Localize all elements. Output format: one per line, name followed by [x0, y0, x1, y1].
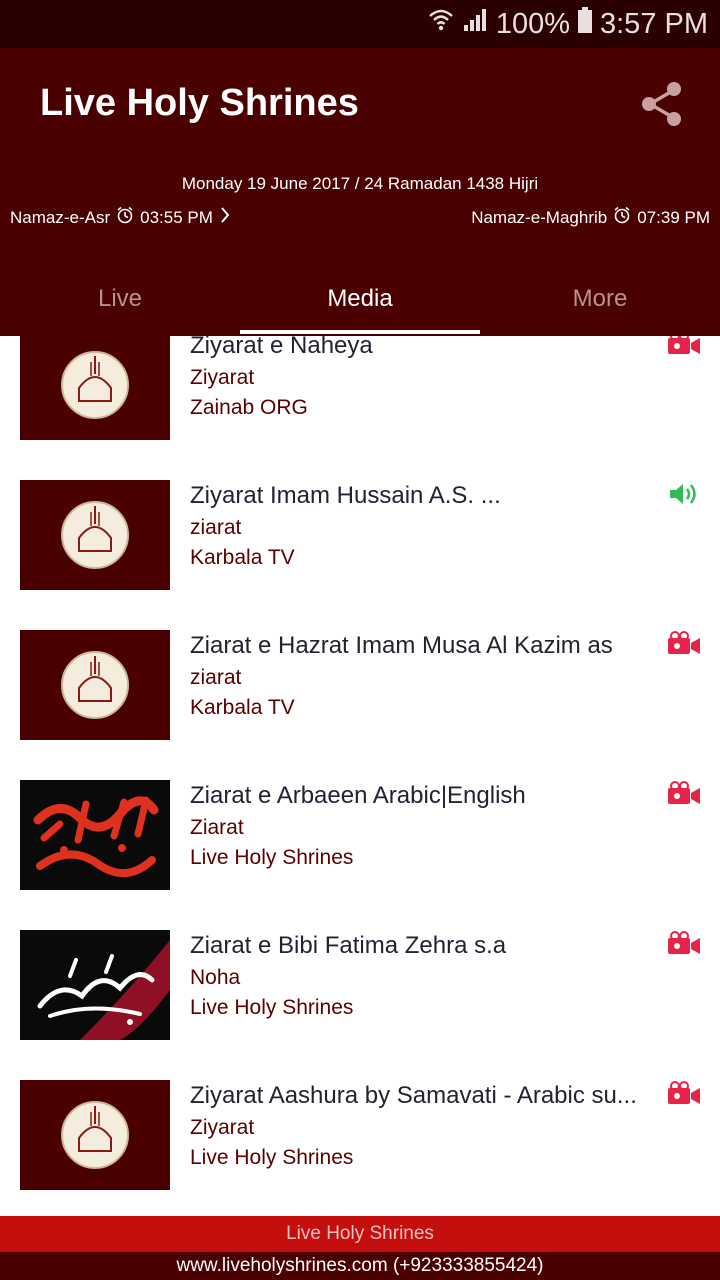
app-header: Live Holy Shrines Monday 19 June 2017 / … [0, 48, 720, 336]
video-icon [666, 631, 702, 657]
footer-brand: Live Holy Shrines [0, 1216, 720, 1252]
item-title: Ziarat e Arbaeen Arabic|English [190, 782, 526, 809]
item-source: Live Holy Shrines [190, 996, 354, 1019]
item-source: Live Holy Shrines [190, 1146, 354, 1169]
item-category: Noha [190, 966, 241, 989]
signal-icon [462, 7, 488, 41]
video-icon [666, 1081, 702, 1107]
tab-indicator [240, 330, 480, 334]
thumbnail-shrine-logo [20, 480, 170, 590]
prayer-times: Namaz-e-Asr 03:55 PM Namaz-e-Maghrib 07:… [0, 206, 720, 232]
footer-banner: Live Holy Shrines www.liveholyshrines.co… [0, 1216, 720, 1280]
item-title: Ziarat e Hazrat Imam Musa Al Kazim as [190, 632, 613, 659]
battery-icon [578, 7, 592, 41]
share-button[interactable] [636, 78, 688, 130]
wifi-icon [428, 7, 454, 41]
tab-media[interactable]: Media [240, 262, 480, 336]
item-title: Ziyarat Aashura by Samavati - Arabic su.… [190, 1082, 637, 1109]
alarm-icon [613, 206, 631, 229]
current-prayer-time: 03:55 PM [140, 207, 213, 227]
thumbnail-shrine-logo [20, 1080, 170, 1190]
thumbnail-shrine-logo [20, 336, 170, 440]
tab-more[interactable]: More [480, 262, 720, 336]
clock-time: 3:57 PM [600, 7, 708, 40]
item-category: Ziarat [190, 816, 244, 839]
status-bar: 100% 3:57 PM [0, 0, 720, 48]
current-prayer[interactable]: Namaz-e-Asr 03:55 PM [10, 206, 231, 229]
next-prayer-name: Namaz-e-Maghrib [471, 207, 608, 227]
item-source: Zainab ORG [190, 396, 308, 419]
next-prayer: Namaz-e-Maghrib 07:39 PM [471, 206, 710, 229]
chevron-right-icon [219, 206, 231, 229]
footer-contact[interactable]: www.liveholyshrines.com (+923333855424) [0, 1252, 720, 1280]
list-item[interactable]: Ziarat e Bibi Fatima Zehra s.a Noha Live… [0, 894, 720, 1044]
item-category: Ziyarat [190, 366, 255, 389]
item-category: ziarat [190, 516, 242, 539]
item-title: Ziyarat Imam Hussain A.S. ... [190, 482, 501, 509]
video-icon [666, 336, 702, 357]
item-source: Live Holy Shrines [190, 846, 354, 869]
list-item[interactable]: Ziyarat Aashura by Samavati - Arabic su.… [0, 1044, 720, 1194]
battery-percent: 100% [495, 7, 570, 40]
thumbnail-arabic-calligraphy [20, 780, 170, 890]
list-item[interactable]: Ziarat e Hazrat Imam Musa Al Kazim as zi… [0, 594, 720, 744]
share-icon [642, 82, 681, 126]
video-icon [666, 931, 702, 957]
tab-live[interactable]: Live [0, 262, 240, 336]
list-item[interactable]: Ziyarat Imam Hussain A.S. ... ziarat Kar… [0, 444, 720, 594]
item-title: Ziyarat e Naheya [190, 336, 373, 359]
app-title: Live Holy Shrines [40, 82, 359, 124]
current-prayer-name: Namaz-e-Asr [10, 207, 111, 227]
item-category: ziarat [190, 666, 242, 689]
media-list[interactable]: Ziyarat e Naheya Ziyarat Zainab ORG Ziya [0, 336, 720, 1216]
item-title: Ziarat e Bibi Fatima Zehra s.a [190, 932, 507, 959]
video-icon [666, 781, 702, 807]
item-source: Karbala TV [190, 696, 295, 719]
item-source: Karbala TV [190, 546, 295, 569]
list-item[interactable]: Ziyarat e Naheya Ziyarat Zainab ORG [0, 336, 720, 444]
item-category: Ziyarat [190, 1116, 255, 1139]
tab-bar: Live Media More [0, 262, 720, 336]
alarm-icon [116, 206, 134, 229]
list-item[interactable]: Ziarat e Arbaeen Arabic|English Ziarat L… [0, 744, 720, 894]
thumbnail-fatima-calligraphy [20, 930, 170, 1040]
thumbnail-shrine-logo [20, 630, 170, 740]
next-prayer-time: 07:39 PM [637, 207, 710, 227]
date-line: Monday 19 June 2017 / 24 Ramadan 1438 Hi… [181, 174, 539, 193]
audio-icon [666, 481, 702, 507]
